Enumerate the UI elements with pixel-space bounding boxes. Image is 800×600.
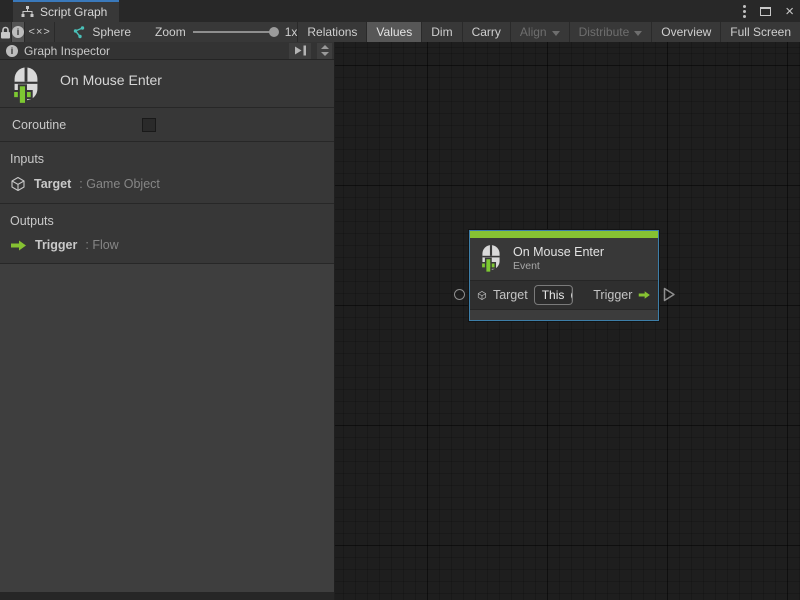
values-button[interactable]: Values xyxy=(366,22,421,42)
zoom-value: 1x xyxy=(285,25,298,39)
node-color-bar xyxy=(470,231,658,238)
node-subtitle: Event xyxy=(513,260,604,273)
graph-name-label: Sphere xyxy=(92,25,131,39)
graph-canvas[interactable]: On Mouse Enter Event Target This Trigger xyxy=(335,42,800,600)
script-graph-icon xyxy=(72,26,85,39)
lock-button[interactable] xyxy=(0,22,12,42)
coroutine-label: Coroutine xyxy=(12,118,66,132)
zoom-slider-handle[interactable] xyxy=(269,27,279,37)
cube-icon xyxy=(10,176,26,192)
maximize-icon[interactable] xyxy=(760,7,771,16)
code-icon: <×> xyxy=(29,26,51,38)
relations-button[interactable]: Relations xyxy=(297,22,366,42)
arrow-down-icon[interactable] xyxy=(321,52,329,56)
object-picker-button[interactable] xyxy=(571,286,573,304)
node-port-row: Target This Trigger xyxy=(470,280,658,310)
inspector-title: Graph Inspector xyxy=(24,44,283,58)
graph-toolbar: i <×> Sphere Zoom 1x Relations Values Di… xyxy=(0,22,800,42)
node-on-mouse-enter[interactable]: On Mouse Enter Event Target This Trigger xyxy=(469,230,659,321)
code-preview-button[interactable]: <×> xyxy=(25,22,55,42)
align-dropdown[interactable]: Align xyxy=(510,22,569,42)
outputs-section: Outputs Trigger : Flow xyxy=(0,204,334,264)
title-bar: Script Graph × xyxy=(0,0,800,22)
carry-button[interactable]: Carry xyxy=(462,22,510,42)
dim-button[interactable]: Dim xyxy=(421,22,461,42)
target-value: This xyxy=(535,288,572,302)
unit-title: On Mouse Enter xyxy=(60,72,162,88)
output-port-row: Trigger : Flow xyxy=(0,236,334,254)
target-value-chip[interactable]: This xyxy=(534,285,574,305)
target-picker-icon xyxy=(571,290,573,301)
zoom-slider[interactable] xyxy=(193,31,277,33)
inputs-heading: Inputs xyxy=(0,149,334,174)
input-port-row: Target : Game Object xyxy=(0,174,334,194)
zoom-label: Zoom xyxy=(155,25,186,39)
node-output-port[interactable] xyxy=(663,287,676,302)
node-header[interactable]: On Mouse Enter Event xyxy=(470,238,658,280)
flow-arrow-icon xyxy=(10,239,27,252)
input-port-name: Target xyxy=(34,177,71,191)
cube-icon xyxy=(477,288,487,303)
inspector-header: i Graph Inspector xyxy=(0,42,334,60)
on-mouse-enter-icon xyxy=(478,244,504,274)
dock-panel-button[interactable] xyxy=(289,43,311,59)
input-port-type: : Game Object xyxy=(79,177,160,191)
inputs-section: Inputs Target : Game Object xyxy=(0,142,334,204)
output-port-name: Trigger xyxy=(35,238,77,252)
fullscreen-button[interactable]: Full Screen xyxy=(720,22,800,42)
coroutine-checkbox[interactable] xyxy=(142,118,156,132)
tab-script-graph[interactable]: Script Graph xyxy=(13,0,119,22)
graph-breadcrumb[interactable]: Sphere xyxy=(72,22,131,42)
chevron-down-icon xyxy=(552,31,560,36)
outputs-heading: Outputs xyxy=(0,211,334,236)
graph-hierarchy-icon xyxy=(21,6,34,18)
lock-icon xyxy=(0,26,11,39)
node-input-port[interactable] xyxy=(454,289,465,300)
tab-label: Script Graph xyxy=(40,5,107,19)
coroutine-row: Coroutine xyxy=(0,108,334,142)
on-mouse-enter-icon xyxy=(8,66,44,106)
inspector-toggle-button[interactable]: i xyxy=(12,22,25,42)
output-port-type: : Flow xyxy=(85,238,118,252)
overview-button[interactable]: Overview xyxy=(651,22,720,42)
unit-header: On Mouse Enter xyxy=(0,60,334,108)
graph-inspector-panel: i Graph Inspector On Mouse Enter Cor xyxy=(0,42,335,600)
inspector-bottom-strip xyxy=(0,592,334,600)
arrow-up-icon[interactable] xyxy=(321,45,329,49)
info-icon: i xyxy=(6,45,18,57)
node-footer xyxy=(470,310,658,320)
toolbar-toggles: Relations Values Dim Carry Align Distrib… xyxy=(297,22,800,42)
node-title: On Mouse Enter xyxy=(513,245,604,260)
close-icon[interactable]: × xyxy=(785,4,794,19)
flow-arrow-icon xyxy=(638,288,651,302)
info-icon: i xyxy=(12,26,24,38)
window-menu-icon[interactable] xyxy=(743,5,746,18)
dock-right-icon xyxy=(294,45,307,56)
inspector-empty-area xyxy=(0,264,334,592)
node-output-label: Trigger xyxy=(593,288,632,302)
distribute-dropdown[interactable]: Distribute xyxy=(569,22,652,42)
panel-scroll-spinner[interactable] xyxy=(317,43,332,59)
chevron-down-icon xyxy=(634,31,642,36)
node-input-label: Target xyxy=(493,288,528,302)
